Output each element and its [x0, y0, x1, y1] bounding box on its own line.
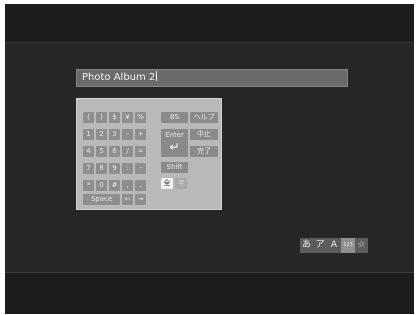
key-hash[interactable]: #: [109, 180, 120, 191]
key-8[interactable]: 8: [96, 163, 107, 174]
cursor-right-key[interactable]: →: [135, 194, 146, 205]
symbol-mode-star-icon[interactable]: ☆: [355, 238, 368, 253]
key-9[interactable]: 9: [109, 163, 120, 174]
key-colon[interactable]: :: [122, 163, 133, 174]
key-5[interactable]: 5: [96, 146, 107, 157]
key-yen[interactable]: ¥: [122, 112, 133, 123]
alphabet-mode[interactable]: A: [327, 238, 341, 253]
key-6[interactable]: 6: [109, 146, 120, 157]
done-key[interactable]: 完了: [190, 146, 218, 157]
key-comma[interactable]: ,: [122, 180, 133, 191]
key-minus[interactable]: -: [122, 129, 133, 140]
key-plus[interactable]: +: [135, 129, 146, 140]
enter-arrow-icon: ↵: [169, 140, 180, 154]
cursor-left-key[interactable]: ←: [122, 194, 133, 205]
key-dash[interactable]: -: [135, 163, 146, 174]
key-equals[interactable]: =: [135, 146, 146, 157]
bottom-bar: [5, 272, 414, 314]
tv-screen: Photo Album 2 ( ) $ ¥ % BS ヘルプ 1 2 3 - +…: [5, 4, 414, 314]
key-0[interactable]: 0: [96, 180, 107, 191]
key-close-paren[interactable]: ): [96, 112, 107, 123]
enter-label: Enter: [165, 131, 184, 139]
full-width-key[interactable]: 全: [161, 178, 173, 189]
katakana-mode[interactable]: ア: [313, 238, 327, 253]
space-key[interactable]: Space: [83, 194, 120, 205]
key-slash[interactable]: /: [122, 146, 133, 157]
half-width-key[interactable]: 半: [175, 178, 187, 189]
key-open-paren[interactable]: (: [83, 112, 94, 123]
key-2[interactable]: 2: [96, 129, 107, 140]
key-percent[interactable]: %: [135, 112, 146, 123]
key-1[interactable]: 1: [83, 129, 94, 140]
key-dollar[interactable]: $: [109, 112, 120, 123]
key-4[interactable]: 4: [83, 146, 94, 157]
enter-key[interactable]: Enter ↵: [161, 129, 188, 157]
top-bar: [5, 4, 414, 43]
album-title-input[interactable]: Photo Album 2: [76, 69, 348, 87]
help-key[interactable]: ヘルプ: [190, 112, 218, 123]
numeric-mode[interactable]: 123: [341, 238, 355, 253]
backspace-key[interactable]: BS: [161, 112, 188, 123]
key-period[interactable]: .: [135, 180, 146, 191]
hiragana-mode[interactable]: あ: [300, 238, 313, 253]
software-keyboard: ( ) $ ¥ % BS ヘルプ 1 2 3 - + Enter ↵ 中止 4 …: [76, 98, 222, 210]
input-mode-bar: あ ア A 123 ☆: [300, 238, 368, 253]
album-title-text: Photo Album 2: [82, 72, 156, 83]
key-7[interactable]: 7: [83, 163, 94, 174]
cancel-key[interactable]: 中止: [190, 129, 218, 140]
text-cursor: [156, 71, 158, 81]
shift-key[interactable]: Shift: [161, 162, 188, 173]
key-asterisk[interactable]: *: [83, 180, 94, 191]
key-3[interactable]: 3: [109, 129, 120, 140]
